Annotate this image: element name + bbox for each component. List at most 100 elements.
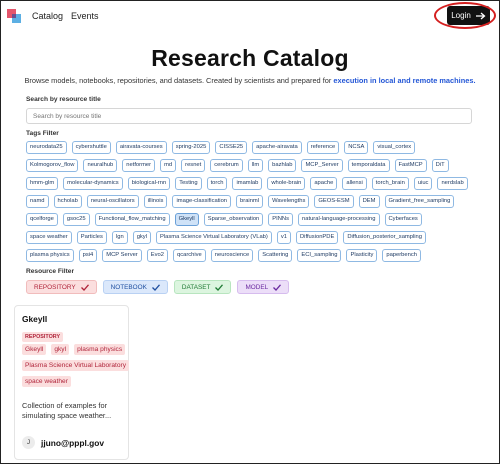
tag-chip[interactable]: neurodata25 [26, 141, 67, 154]
login-button[interactable]: Login [447, 6, 490, 25]
tag-chip[interactable]: DEM [358, 195, 380, 208]
page-title: Research Catalog [151, 45, 349, 71]
tag-chip[interactable]: spring-2025 [171, 141, 211, 154]
tag-chip[interactable]: molecular-dynamics [63, 177, 123, 190]
tag-chip[interactable]: torch [206, 177, 228, 190]
tag-chip[interactable]: resnet [181, 159, 206, 172]
tag-chip[interactable]: MCP Server [102, 249, 142, 262]
tag-chip[interactable]: apache-airavata [252, 141, 302, 154]
tag-chip[interactable]: cybershuttle [71, 141, 111, 154]
tag-chip[interactable]: hmm-glm [26, 177, 59, 190]
tag-chip[interactable]: psi4 [78, 249, 98, 262]
tag-chip[interactable]: Evo2 [146, 249, 168, 262]
filter-dataset[interactable]: DATASET [173, 280, 232, 294]
tag-chip[interactable]: neuroscience [210, 249, 254, 262]
tag-chip[interactable]: lgn [111, 231, 128, 244]
tag-chip[interactable]: NCSA [344, 141, 369, 154]
arrow-right-icon [475, 12, 486, 19]
tag-chip[interactable]: qcelforge [26, 213, 58, 226]
tag-chip[interactable]: ECI_sampling [297, 249, 342, 262]
tag-chip[interactable]: Gradient_free_sampling [384, 195, 455, 208]
check-icon [151, 283, 160, 291]
filter-notebook-label: NOTEBOOK [110, 283, 147, 291]
tag-chip[interactable]: brainml [236, 195, 264, 208]
resource-filter-list: REPOSITORY NOTEBOOK DATASET MODEL [26, 280, 290, 294]
filter-model[interactable]: MODEL [237, 280, 290, 294]
card-tag[interactable]: plasma physics [74, 344, 126, 355]
tag-chip[interactable]: Testing [175, 177, 202, 190]
card-author: J jjuno@pppl.gov [22, 436, 104, 449]
card-tag[interactable]: Plasma Science Virtual Laboratory [22, 360, 130, 371]
tag-chip[interactable]: hcholab [53, 195, 82, 208]
tag-chip[interactable]: Cyberfaces [384, 213, 422, 226]
tag-chip[interactable]: DiT [431, 159, 449, 172]
tag-chip[interactable]: temporaldata [347, 159, 390, 172]
tag-chip[interactable]: Scattering [258, 249, 293, 262]
tag-chip[interactable]: allensi [342, 177, 367, 190]
tag-chip[interactable]: CISSE25 [215, 141, 248, 154]
tag-chip[interactable]: airavata-courses [115, 141, 167, 154]
tag-chip[interactable]: uiuc [413, 177, 433, 190]
tag-chip[interactable]: llm [247, 159, 264, 172]
tag-chip[interactable]: space weather [26, 231, 72, 244]
tag-chip[interactable]: Diffusion_posterior_sampling [343, 231, 426, 244]
tag-chip[interactable]: reference [306, 141, 340, 154]
tag-chip[interactable]: FastMCP [394, 159, 427, 172]
tag-chip[interactable]: qcarchive [172, 249, 206, 262]
check-icon [215, 283, 224, 291]
tag-chip[interactable]: cerebrum [210, 159, 243, 172]
tag-chip[interactable]: v1 [276, 231, 291, 244]
app-logo[interactable] [7, 9, 21, 23]
tag-chip[interactable]: Plasticity [346, 249, 378, 262]
tag-chip[interactable]: torch_brain [371, 177, 409, 190]
card-tag[interactable]: Gkeyll [22, 344, 47, 355]
tag-chip[interactable]: neuralhub [83, 159, 118, 172]
login-label: Login [451, 11, 471, 20]
resource-filter-label: Resource Filter [26, 268, 75, 275]
tag-chip[interactable]: biological-rnn [127, 177, 171, 190]
tag-chip[interactable]: Functional_flow_matching [94, 213, 170, 226]
tag-chip[interactable]: Sparse_observation [203, 213, 264, 226]
filter-repository[interactable]: REPOSITORY [26, 280, 97, 294]
tag-chip[interactable]: Wavelengths [268, 195, 310, 208]
card-tag[interactable]: gkyl [51, 344, 70, 355]
page-subtitle: Browse models, notebooks, repositories, … [0, 76, 500, 85]
nav-link-events[interactable]: Events [71, 11, 99, 21]
tag-chip[interactable]: imamlab [232, 177, 263, 190]
tag-chip[interactable]: Particles [76, 231, 107, 244]
search-input[interactable] [26, 108, 472, 124]
filter-repository-label: REPOSITORY [34, 283, 76, 291]
tag-chip[interactable]: bazhlab [268, 159, 297, 172]
tag-chip[interactable]: DiffusionPDE [295, 231, 339, 244]
filter-notebook[interactable]: NOTEBOOK [102, 280, 168, 294]
resource-card[interactable]: Gkeyll REPOSITORY Gkeyll gkyl plasma physi… [14, 305, 130, 460]
card-title[interactable]: Gkeyll [22, 314, 47, 324]
tag-chip[interactable]: apache [310, 177, 338, 190]
tags-filter-label: Tags Filter [26, 130, 59, 137]
top-navbar: Catalog Events Login [0, 0, 500, 34]
tag-chip[interactable]: Kolmogorov_flow [26, 159, 79, 172]
tag-chip[interactable]: netformer [122, 159, 156, 172]
tag-chip[interactable]: gsoc25 [62, 213, 90, 226]
tag-chip[interactable]: GEOS-ESM [314, 195, 354, 208]
tag-chip[interactable]: MCP_Server [301, 159, 343, 172]
tag-chip[interactable]: Plasma Science Virtual Laboratory (VLab) [156, 231, 272, 244]
tag-chip[interactable]: Gkeyll [174, 213, 199, 226]
tag-chip[interactable]: image-classification [172, 195, 232, 208]
tag-chip[interactable]: gkyl [132, 231, 151, 244]
tag-chip[interactable]: visual_cortex [373, 141, 416, 154]
execution-link[interactable]: execution in local and remote machines. [333, 76, 475, 85]
tag-chip[interactable]: PINNs [268, 213, 294, 226]
tag-chip[interactable]: namd [26, 195, 49, 208]
tag-chip[interactable]: neural-oscillators [86, 195, 139, 208]
nav-link-catalog[interactable]: Catalog [32, 11, 63, 21]
tag-chip[interactable]: md [160, 159, 177, 172]
tag-chip[interactable]: natural-language-processing [298, 213, 380, 226]
tag-chip[interactable]: whole-brain [267, 177, 306, 190]
tag-chip[interactable]: plasma physics [26, 249, 74, 262]
card-description: Collection of examples for simulating sp… [22, 401, 112, 420]
tag-chip[interactable]: illinois [143, 195, 168, 208]
tag-chip[interactable]: paperbench [382, 249, 421, 262]
tag-chip[interactable]: nerdslab [437, 177, 468, 190]
card-tag[interactable]: space weather [22, 376, 71, 387]
